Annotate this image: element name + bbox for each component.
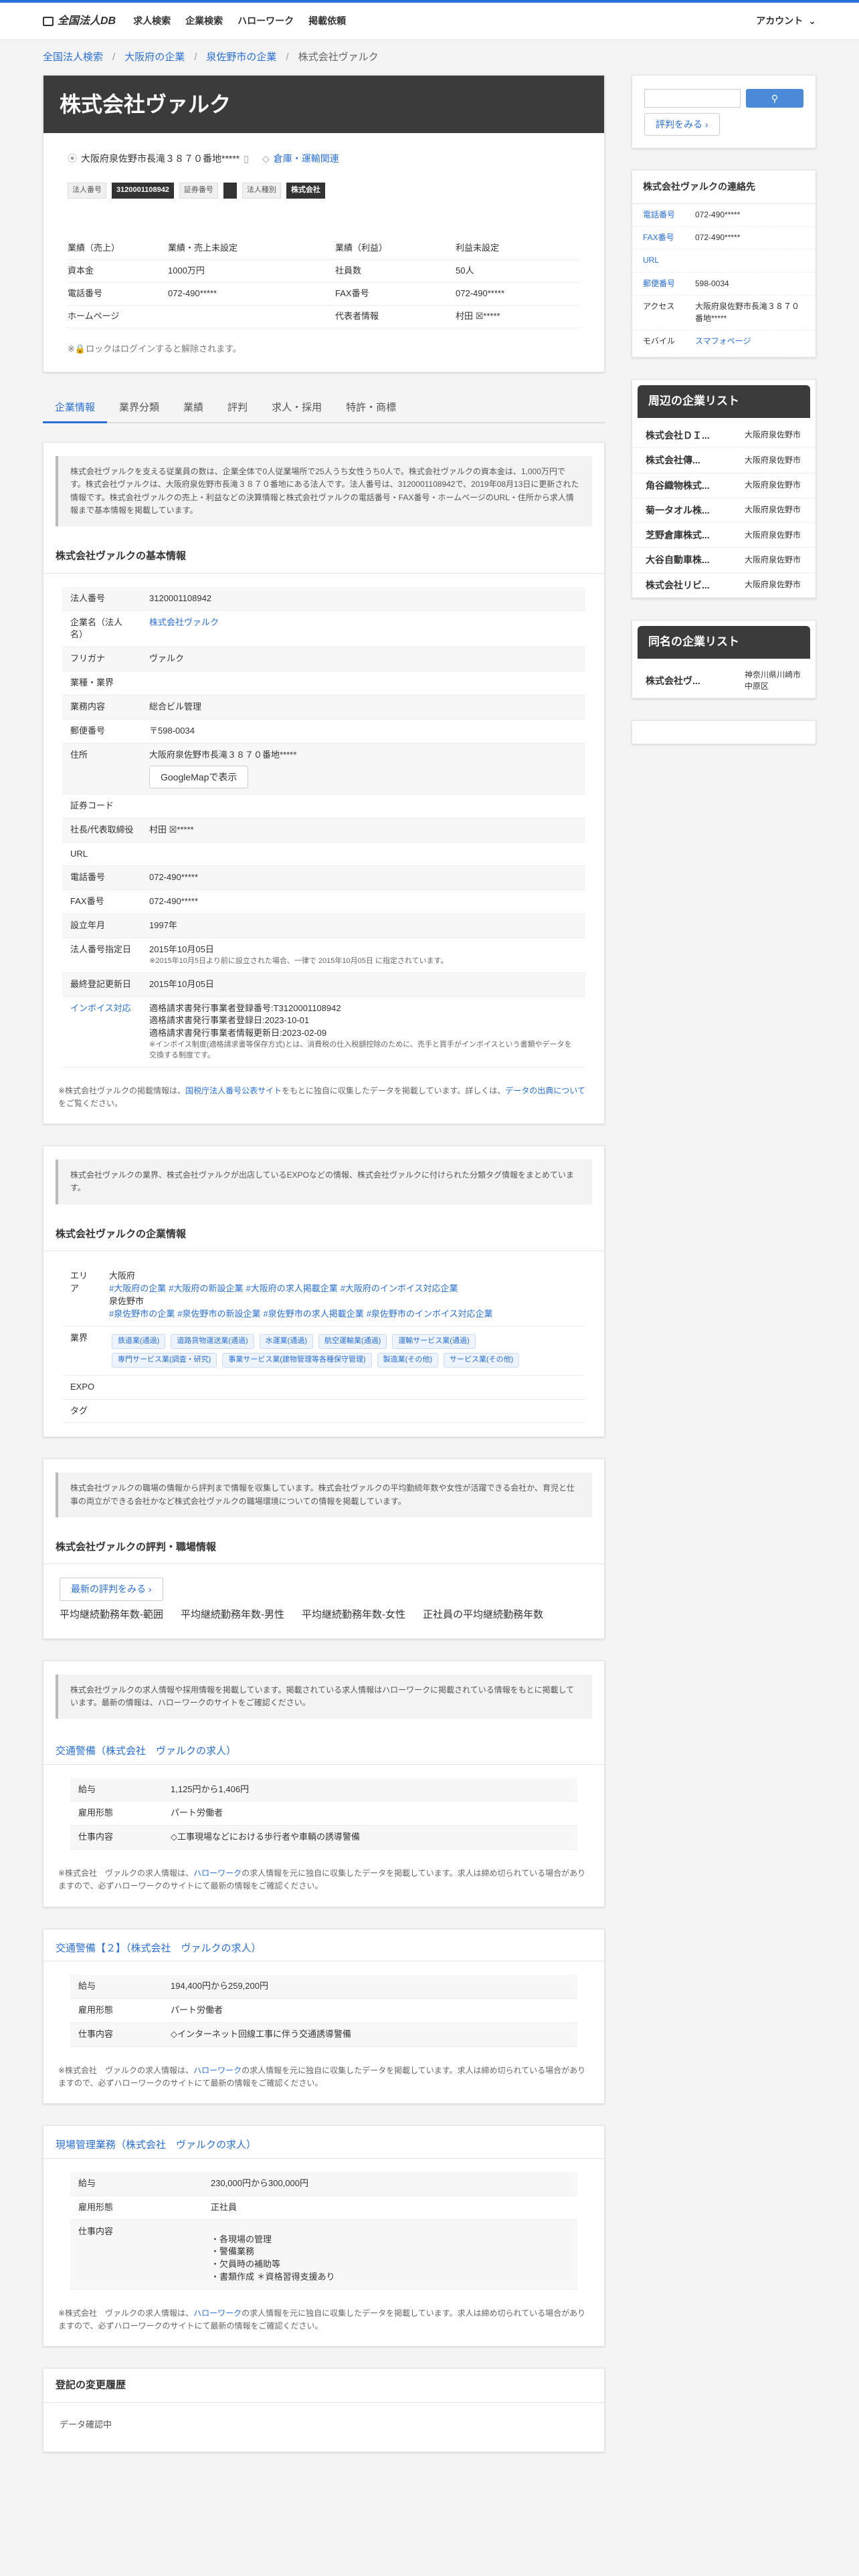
tab-performance[interactable]: 業績: [171, 394, 215, 423]
tab-industry[interactable]: 業界分類: [107, 394, 171, 423]
same-name-card: 同名の企業リスト 株式会社ヴ... 神奈川県川崎市中原区: [632, 620, 816, 700]
logo-icon: [43, 16, 54, 26]
account-menu[interactable]: アカウント ⌄: [756, 14, 816, 27]
tab-jobs[interactable]: 求人・採用: [260, 394, 334, 423]
tab-company-info[interactable]: 企業情報: [43, 394, 108, 424]
crumb-3[interactable]: 泉佐野市の企業: [206, 50, 276, 65]
map-pin-icon: ⦿: [68, 153, 77, 164]
list-item[interactable]: 株式会社傳... 大阪府泉佐野市: [632, 448, 816, 473]
list-item[interactable]: 芝野倉庫株式... 大阪府泉佐野市: [632, 523, 816, 548]
corp-number-badge: 3120001108942: [112, 183, 174, 199]
search-card: ⚲ 評判をみる ›: [632, 75, 816, 149]
job-title-link[interactable]: 現場管理業務（株式会社 ヴァルクの求人）: [56, 2139, 256, 2151]
nav-hellowork[interactable]: ハローワーク: [237, 14, 294, 27]
data-source-link[interactable]: データの出典について: [505, 1086, 585, 1095]
side-review-button[interactable]: 評判をみる ›: [644, 113, 720, 136]
list-item[interactable]: 大谷自動車株... 大阪府泉佐野市: [632, 548, 816, 573]
latest-review-button[interactable]: 最新の評判をみる ›: [60, 1578, 163, 1601]
list-item[interactable]: 株式会社リビ... 大阪府泉佐野市: [632, 573, 816, 599]
google-map-button[interactable]: GoogleMapで表示: [149, 765, 249, 788]
top-nav: 全国法人DB 求人検索 企業検索 ハローワーク 掲載依頼 アカウント ⌄: [0, 3, 859, 40]
list-item[interactable]: 株式会社ヴ... 神奈川県川崎市中原区: [632, 664, 816, 699]
empty-side-card: [632, 720, 816, 745]
nta-link[interactable]: 国税庁法人番号公表サイト: [185, 1086, 282, 1095]
job-card-3: 現場管理業務（株式会社 ヴァルクの求人） 給与 230,000円から300,000…: [43, 2125, 605, 2347]
crumb-current: 株式会社ヴァルク: [298, 51, 379, 64]
crumb-1[interactable]: 全国法人検索: [43, 50, 103, 65]
contact-card: 株式会社ヴァルクの連絡先 電話番号 072-490***** FAX番号 072-4…: [632, 170, 816, 358]
nav-job-search[interactable]: 求人検索: [133, 14, 171, 27]
tag-icon: ◇: [262, 153, 270, 164]
company-title: 株式会社ヴァルク: [43, 76, 604, 133]
job-title-link[interactable]: 交通警備【２】（株式会社 ヴァルクの求人）: [56, 1943, 262, 1954]
nav-listing[interactable]: 掲載依頼: [308, 14, 346, 27]
section-tabs: 企業情報 業界分類 業績 評判 求人・採用 特許・商標: [43, 394, 605, 424]
site-logo[interactable]: 全国法人DB: [43, 13, 116, 29]
tag-label: 法人番号: [68, 183, 106, 199]
job-card-2: 交通警備【２】（株式会社 ヴァルクの求人） 給与 194,400円から259,20…: [43, 1928, 605, 2105]
securities-badge: [223, 183, 237, 199]
industry-card: 株式会社ヴァルクの業界、株式会社ヴァルクが出店しているEXPOなどの情報、株式会…: [43, 1146, 605, 1438]
crumb-2[interactable]: 大阪府の企業: [124, 50, 185, 65]
review-card: 株式会社ヴァルクの職場の情報から評判まで情報を収集しています。株式会社ヴァルクの…: [43, 1459, 605, 1639]
tab-patents[interactable]: 特許・商標: [334, 394, 408, 423]
company-address: 大阪府泉佐野市長滝３８７０番地*****: [81, 153, 240, 164]
summary-grid: 業績（売上） 業績・売上未設定 業績（利益） 利益未設定 資本金 1000万円 社員数 50…: [68, 237, 580, 328]
search-input[interactable]: [644, 89, 741, 108]
nav-company-search[interactable]: 企業検索: [185, 14, 223, 27]
list-item[interactable]: 菊一タオル株... 大阪府泉佐野市: [632, 498, 816, 524]
history-card: 登記の変更履歴 データ確認中: [43, 2368, 605, 2452]
intro-text: 株式会社ヴァルクを支える従業員の数は、企業全体で0人従業場所で25人うち女性うち…: [56, 456, 592, 527]
breadcrumb: 全国法人検索 / 大阪府の企業 / 泉佐野市の企業 / 株式会社ヴァルク: [0, 40, 859, 75]
tab-reviews[interactable]: 評判: [215, 394, 260, 423]
job-card-1: 株式会社ヴァルクの求人情報や採用情報を掲載しています。掲載されている求人情報はハ…: [43, 1660, 605, 1907]
tag-label: 法人種別: [242, 183, 281, 199]
basic-info-title: 株式会社ヴァルクの基本情報: [43, 540, 604, 574]
lock-note: ※🔒ロックはログインすると解除されます。: [68, 343, 242, 354]
job-title-link[interactable]: 交通警備（株式会社 ヴァルクの求人）: [56, 1745, 236, 1757]
nearby-companies-card: 周辺の企業リスト 株式会社ＤＩ... 大阪府泉佐野市 株式会社傳... 大阪府泉佐野…: [632, 379, 816, 599]
list-item[interactable]: 株式会社ＤＩ... 大阪府泉佐野市: [632, 423, 816, 449]
company-name-link[interactable]: 株式会社ヴァルク: [149, 617, 219, 627]
basic-info-card: 株式会社ヴァルクを支える従業員の数は、企業全体で0人従業場所で25人うち女性うち…: [43, 442, 605, 1125]
company-header-card: 株式会社ヴァルク ⦿ 大阪府泉佐野市長滝３８７０番地***** ▯ ◇ 倉庫・運輸関連 …: [43, 75, 605, 372]
search-icon: ⚲: [771, 92, 779, 104]
list-item[interactable]: 角谷織物株式... 大阪府泉佐野市: [632, 473, 816, 498]
tag-label: 証券番号: [179, 183, 218, 199]
corp-type-badge: 株式会社: [286, 183, 325, 199]
chevron-down-icon: ⌄: [808, 15, 816, 27]
category-link[interactable]: 倉庫・運輸関連: [274, 152, 339, 165]
search-button[interactable]: ⚲: [746, 89, 803, 108]
lock-icon: ▯: [244, 153, 249, 164]
data-source-note: ※株式会社ヴァルクの掲載情報は、国税庁法人番号公表サイトをもとに独自に収集したデ…: [58, 1085, 585, 1109]
